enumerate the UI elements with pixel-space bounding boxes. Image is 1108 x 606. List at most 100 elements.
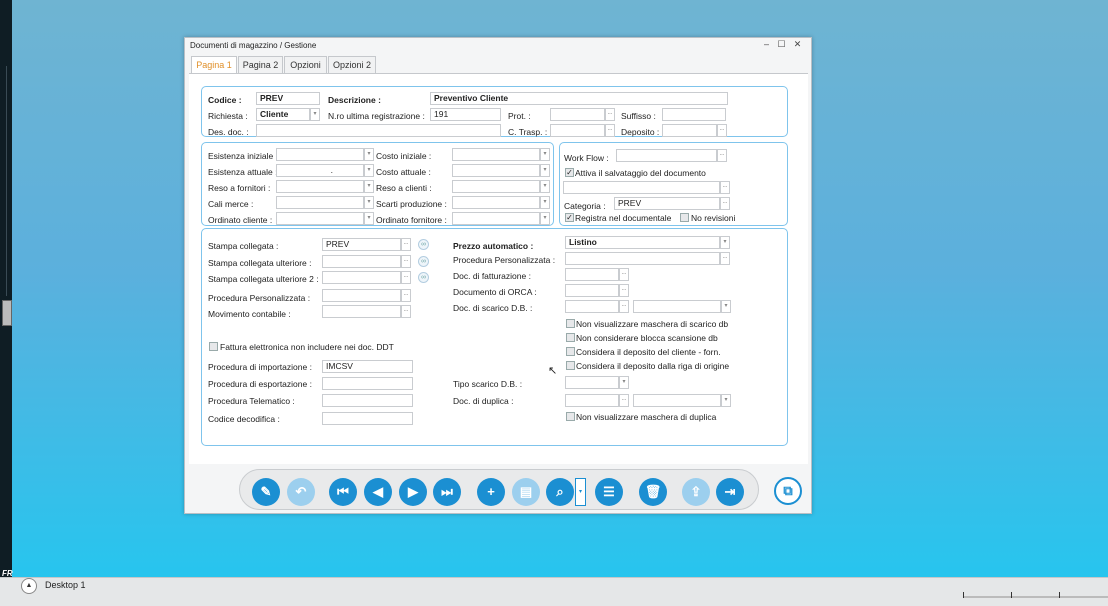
doc-orca-lookup-icon[interactable]: ...: [619, 284, 629, 297]
first-record-icon[interactable]: ⏮: [329, 478, 357, 506]
workflow-extra-field[interactable]: [563, 181, 720, 194]
reso-clienti-dropdown-icon[interactable]: ▾: [540, 180, 550, 193]
richiesta-field[interactable]: Cliente: [256, 108, 310, 121]
side-handle[interactable]: [2, 300, 12, 326]
proc-telematico-field[interactable]: [322, 394, 413, 407]
doc-duplica-select[interactable]: [633, 394, 721, 407]
delete-icon[interactable]: 🗑: [639, 478, 667, 506]
search-dropdown-icon[interactable]: ▾: [575, 478, 586, 506]
minimize-button[interactable]: –: [760, 38, 773, 51]
doc-scarico-select[interactable]: [633, 300, 721, 313]
costo-attuale-field[interactable]: [452, 164, 540, 177]
doc-scarico-lookup-icon[interactable]: ...: [619, 300, 629, 313]
tab-pagina-1[interactable]: Pagina 1: [191, 56, 237, 74]
costo-iniziale-field[interactable]: [452, 148, 540, 161]
stampa-ulteriore2-link-icon[interactable]: ∞: [418, 272, 429, 283]
ordinato-cliente-field[interactable]: [276, 212, 364, 225]
copy-icon[interactable]: ⧉: [774, 477, 802, 505]
esistenza-attuale-field[interactable]: .: [276, 164, 364, 177]
desktop-label[interactable]: Desktop 1: [45, 580, 86, 590]
undo-icon[interactable]: ↶: [287, 478, 315, 506]
doc-fatturazione-field[interactable]: [565, 268, 619, 281]
doc-duplica-dropdown-icon[interactable]: ▾: [721, 394, 731, 407]
prezzo-dropdown-icon[interactable]: ▾: [720, 236, 730, 249]
doc-orca-field[interactable]: [565, 284, 619, 297]
suffisso-field[interactable]: [662, 108, 726, 121]
doc-duplica-lookup-icon[interactable]: ...: [619, 394, 629, 407]
attiva-checkbox[interactable]: ✓: [565, 168, 574, 177]
richiesta-dropdown-icon[interactable]: ▾: [310, 108, 320, 121]
save-icon[interactable]: ▤: [512, 478, 540, 506]
chk4-checkbox[interactable]: [566, 361, 575, 370]
chk5-checkbox[interactable]: [566, 412, 575, 421]
prot-lookup-icon[interactable]: ...: [605, 108, 615, 121]
workflow-field[interactable]: [616, 149, 717, 162]
chk3-checkbox[interactable]: [566, 347, 575, 356]
exit-icon[interactable]: ⇥: [716, 478, 744, 506]
tab-opzioni-2[interactable]: Opzioni 2: [328, 56, 376, 73]
reso-fornitori-field[interactable]: [276, 180, 364, 193]
search-icon[interactable]: ⌕: [546, 478, 574, 506]
prot-field[interactable]: [550, 108, 605, 121]
movimento-contabile-field[interactable]: [322, 305, 401, 318]
doc-fatturazione-lookup-icon[interactable]: ...: [619, 268, 629, 281]
previous-record-icon[interactable]: ◀: [364, 478, 392, 506]
deposito-lookup-icon[interactable]: ...: [717, 124, 727, 137]
ctrasp-field[interactable]: [550, 124, 605, 137]
norevisioni-checkbox[interactable]: [680, 213, 689, 222]
last-record-icon[interactable]: ⏭: [433, 478, 461, 506]
scarti-produzione-dropdown-icon[interactable]: ▾: [540, 196, 550, 209]
chk2-checkbox[interactable]: [566, 333, 575, 342]
close-button[interactable]: ✕: [791, 38, 804, 51]
edit-icon[interactable]: ✎: [252, 478, 280, 506]
workflow-lookup-icon[interactable]: ...: [717, 149, 727, 162]
tab-pagina-2[interactable]: Pagina 2: [238, 56, 283, 73]
stampa-ulteriore2-lookup-icon[interactable]: ...: [401, 271, 411, 284]
stampa-collegata-link-icon[interactable]: ∞: [418, 239, 429, 250]
proc-pers-right-lookup-icon[interactable]: ...: [720, 252, 730, 265]
esistenza-iniziale-dropdown-icon[interactable]: ▾: [364, 148, 374, 161]
export-icon[interactable]: ⇪: [682, 478, 710, 506]
procedura-pers-lookup-icon[interactable]: ...: [401, 289, 411, 302]
codice-decodifica-field[interactable]: [322, 412, 413, 425]
stampa-ulteriore-lookup-icon[interactable]: ...: [401, 255, 411, 268]
tab-opzioni[interactable]: Opzioni: [284, 56, 327, 73]
proc-pers-right-field[interactable]: [565, 252, 720, 265]
registra-checkbox[interactable]: ✓: [565, 213, 574, 222]
stampa-collegata-lookup-icon[interactable]: ...: [401, 238, 411, 251]
categoria-lookup-icon[interactable]: ...: [720, 197, 730, 210]
tipo-scarico-dropdown-icon[interactable]: ▾: [619, 376, 629, 389]
cali-merce-dropdown-icon[interactable]: ▾: [364, 196, 374, 209]
esistenza-iniziale-field[interactable]: [276, 148, 364, 161]
codice-field[interactable]: PREV: [256, 92, 320, 105]
desdoc-field[interactable]: [256, 124, 501, 137]
next-record-icon[interactable]: ▶: [399, 478, 427, 506]
procedura-pers-field[interactable]: [322, 289, 401, 302]
expand-up-icon[interactable]: ▲: [21, 578, 37, 594]
costo-attuale-dropdown-icon[interactable]: ▾: [540, 164, 550, 177]
movimento-contabile-lookup-icon[interactable]: ...: [401, 305, 411, 318]
ordinato-fornitore-field[interactable]: [452, 212, 540, 225]
restore-button[interactable]: ☐: [775, 38, 788, 51]
scarti-produzione-field[interactable]: [452, 196, 540, 209]
cali-merce-field[interactable]: [276, 196, 364, 209]
prezzo-field[interactable]: Listino: [565, 236, 720, 249]
workflow-extra-lookup-icon[interactable]: ...: [720, 181, 730, 194]
stampa-ulteriore-link-icon[interactable]: ∞: [418, 256, 429, 267]
new-document-icon[interactable]: +: [477, 478, 505, 506]
nro-field[interactable]: 191: [430, 108, 501, 121]
stampa-collegata-field[interactable]: PREV: [322, 238, 401, 251]
stampa-ulteriore2-field[interactable]: [322, 271, 401, 284]
proc-esportazione-field[interactable]: [322, 377, 413, 390]
fattura-checkbox[interactable]: [209, 342, 218, 351]
list-icon[interactable]: ☰: [595, 478, 623, 506]
categoria-field[interactable]: PREV: [614, 197, 720, 210]
doc-scarico-dropdown-icon[interactable]: ▾: [721, 300, 731, 313]
descrizione-field[interactable]: Preventivo Cliente: [430, 92, 728, 105]
stampa-ulteriore-field[interactable]: [322, 255, 401, 268]
esistenza-attuale-dropdown-icon[interactable]: ▾: [364, 164, 374, 177]
proc-importazione-field[interactable]: IMCSV: [322, 360, 413, 373]
chk1-checkbox[interactable]: [566, 319, 575, 328]
doc-scarico-field[interactable]: [565, 300, 619, 313]
doc-duplica-field[interactable]: [565, 394, 619, 407]
